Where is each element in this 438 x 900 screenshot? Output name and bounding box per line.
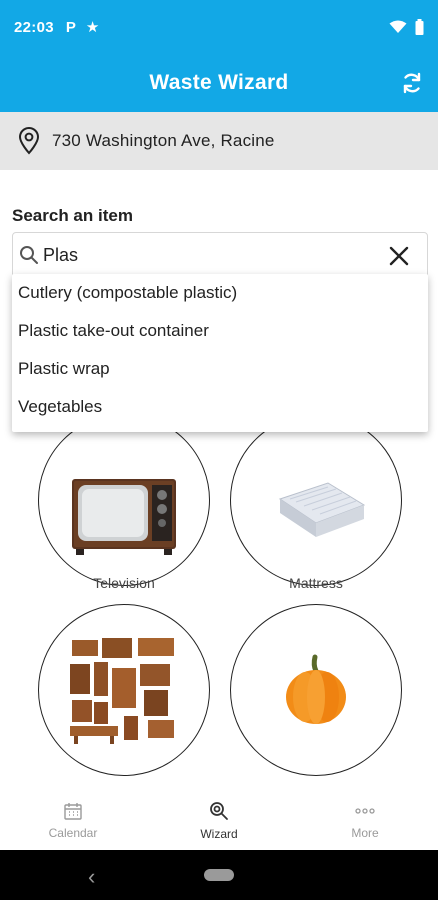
item-label-television: Television: [93, 575, 155, 591]
calendar-icon: [64, 803, 82, 820]
more-dots-icon: [355, 808, 375, 814]
item-furniture[interactable]: [38, 604, 210, 776]
status-system-icons: [389, 19, 424, 35]
search-icon: [20, 246, 38, 264]
suggestion-item[interactable]: Vegetables: [12, 388, 428, 426]
close-icon: [389, 246, 409, 266]
search-input[interactable]: [43, 244, 363, 266]
suggestion-item[interactable]: Cutlery (compostable plastic): [12, 274, 428, 312]
item-label-mattress: Mattress: [289, 575, 343, 591]
item-pumpkin[interactable]: [230, 604, 402, 776]
mattress-image: [278, 482, 366, 537]
app-title: Waste Wizard: [149, 71, 289, 94]
status-notifications: P ★: [65, 18, 100, 37]
nav-calendar[interactable]: Calendar: [0, 792, 146, 850]
furniture-image: [70, 638, 174, 744]
search-label: Search an item: [12, 206, 133, 225]
suggestion-item[interactable]: Plastic wrap: [12, 350, 428, 388]
refresh-button[interactable]: [398, 69, 426, 97]
app-bar: Waste Wizard: [0, 54, 438, 112]
address-text: 730 Washington Ave, Racine: [52, 131, 275, 150]
star-notification-icon: ★: [85, 19, 100, 36]
television-image: [72, 479, 176, 555]
location-pin-icon: [18, 127, 40, 155]
battery-icon: [415, 19, 424, 35]
refresh-icon: [403, 72, 421, 94]
pumpkin-image: [286, 654, 346, 724]
bottom-nav: Calendar Wizard More: [0, 792, 438, 850]
home-pill[interactable]: [204, 869, 234, 881]
nav-label-calendar: Calendar: [48, 826, 98, 840]
item-television[interactable]: [38, 414, 210, 586]
nav-label-wizard: Wizard: [200, 827, 238, 841]
parking-notification-icon: P: [65, 18, 76, 36]
wizard-search-icon: [210, 802, 228, 820]
nav-more[interactable]: More: [292, 792, 438, 850]
clear-search-button[interactable]: [387, 244, 411, 268]
system-nav-bar: ‹: [0, 850, 438, 900]
address-bar[interactable]: 730 Washington Ave, Racine: [0, 112, 438, 170]
status-bar: 22:03 P ★: [0, 0, 438, 54]
nav-label-more: More: [351, 826, 379, 840]
nav-wizard[interactable]: Wizard: [146, 792, 292, 850]
item-mattress[interactable]: [230, 414, 402, 586]
status-time: 22:03: [14, 18, 54, 36]
suggestion-item[interactable]: Plastic take-out container: [12, 312, 428, 350]
back-icon[interactable]: ‹: [88, 864, 95, 890]
search-box[interactable]: [12, 232, 428, 278]
autocomplete-dropdown: Cutlery (compostable plastic) Plastic ta…: [12, 274, 428, 432]
wifi-icon: [389, 20, 407, 33]
